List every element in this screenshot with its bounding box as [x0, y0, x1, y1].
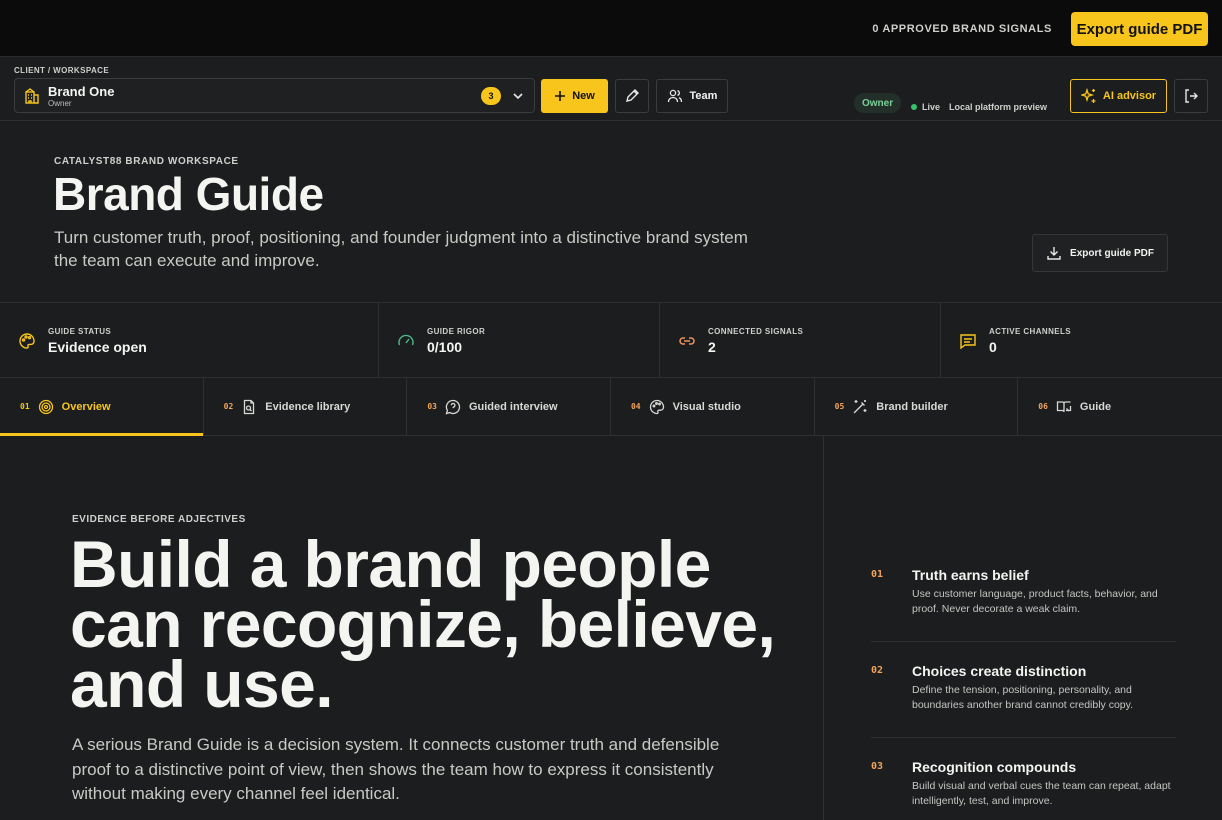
tab-number: 06 — [1038, 402, 1048, 411]
principles-panel: 01 Truth earns belief Use customer langu… — [825, 436, 1222, 820]
tab-label: Evidence library — [265, 400, 351, 413]
workspace-role: Owner — [48, 99, 72, 108]
logout-button[interactable] — [1174, 79, 1208, 113]
top-bar: 0 APPROVED BRAND SIGNALS Export guide PD… — [0, 0, 1222, 57]
page-header: CATALYST88 BRAND WORKSPACE Brand Guide T… — [0, 121, 1222, 303]
target-icon — [38, 399, 54, 415]
section-eyebrow: EVIDENCE BEFORE ADJECTIVES — [72, 514, 246, 525]
stat-value: 0 — [989, 339, 997, 355]
palette-icon — [649, 399, 665, 415]
new-button[interactable]: New — [541, 79, 608, 113]
principle-body: Build visual and verbal cues the team ca… — [912, 780, 1171, 807]
message-icon — [959, 332, 977, 350]
page-eyebrow: CATALYST88 BRAND WORKSPACE — [54, 156, 239, 167]
users-icon — [667, 88, 683, 104]
tab-label: Overview — [61, 400, 111, 413]
tab-evidence-library[interactable]: 02 Evidence library — [204, 378, 408, 435]
principle-body: Use customer language, product facts, be… — [912, 588, 1158, 615]
divider — [871, 641, 1176, 642]
principle-title: Choices create distinction — [912, 663, 1087, 679]
plus-icon — [554, 90, 566, 102]
file-search-icon — [241, 399, 257, 415]
building-icon — [23, 87, 41, 105]
ai-advisor-button[interactable]: AI advisor — [1070, 79, 1167, 113]
stat-value: 2 — [708, 339, 716, 355]
stat-label: GUIDE STATUS — [48, 327, 112, 336]
tab-brand-builder[interactable]: 05 Brand builder — [815, 378, 1019, 435]
live-label: Live — [922, 102, 941, 112]
team-button[interactable]: Team — [656, 79, 728, 113]
principle-title: Recognition compounds — [912, 759, 1077, 775]
workspace-count-badge: 3 — [481, 87, 501, 105]
export-guide-pdf-secondary-button[interactable]: Export guide PDF — [1032, 234, 1168, 272]
workspace-name: Brand One — [48, 84, 115, 99]
magic-wand-icon — [852, 399, 868, 415]
ai-advisor-label: AI advisor — [1102, 90, 1157, 102]
stat-value: Evidence open — [48, 339, 147, 355]
tab-label: Brand builder — [876, 400, 948, 413]
tab-number: 01 — [20, 402, 30, 411]
live-status: Live — [911, 102, 940, 112]
approved-signals-count: 0 APPROVED BRAND SIGNALS — [872, 23, 1052, 35]
question-bubble-icon — [445, 399, 461, 415]
stat-active-channels: ACTIVE CHANNELS 0 — [941, 303, 1222, 378]
tab-guide[interactable]: 06 Guide — [1018, 378, 1222, 435]
overview-main: EVIDENCE BEFORE ADJECTIVES Build a brand… — [0, 436, 824, 820]
tab-number: 03 — [427, 402, 437, 411]
principle-number: 03 — [871, 761, 884, 772]
tab-label: Guide — [1079, 400, 1112, 413]
live-dot-icon — [911, 104, 917, 110]
section-headline: Build a brand people can recognize, beli… — [70, 527, 776, 721]
logout-icon — [1183, 88, 1199, 104]
tab-number: 02 — [223, 402, 234, 411]
stat-guide-status: GUIDE STATUS Evidence open — [0, 303, 379, 378]
tab-guided-interview[interactable]: 03 Guided interview — [407, 378, 611, 435]
workspace-selector[interactable]: Brand One Owner 3 — [14, 78, 535, 113]
export-guide-pdf-button[interactable]: Export guide PDF — [1071, 12, 1208, 46]
owner-badge: Owner — [854, 93, 902, 113]
tab-visual-studio[interactable]: 04 Visual studio — [611, 378, 815, 435]
export-label: Export guide PDF — [1070, 247, 1154, 259]
stat-label: ACTIVE CHANNELS — [989, 327, 1072, 336]
tab-overview[interactable]: 01 Overview — [0, 378, 204, 436]
palette-icon — [18, 332, 36, 350]
gauge-icon — [397, 332, 415, 350]
edit-workspace-button[interactable] — [615, 79, 649, 113]
chevron-down-icon[interactable] — [511, 89, 525, 103]
tab-number: 04 — [630, 402, 641, 411]
stat-connected-signals: CONNECTED SIGNALS 2 — [660, 303, 941, 378]
link-icon — [678, 332, 696, 350]
principle-number: 01 — [871, 569, 884, 580]
section-body: A serious Brand Guide is a decision syst… — [72, 735, 720, 803]
tab-label: Visual studio — [672, 400, 741, 413]
new-button-label: New — [572, 90, 595, 102]
download-icon — [1046, 245, 1062, 261]
preview-label: Local platform preview — [949, 102, 1048, 112]
divider — [871, 737, 1176, 738]
stat-guide-rigor: GUIDE RIGOR 0/100 — [379, 303, 660, 378]
principle-number: 02 — [871, 665, 884, 676]
tab-number: 05 — [834, 402, 845, 411]
section-tabs: 01 Overview 02 Evidence library 03 Guide… — [0, 378, 1222, 436]
tab-label: Guided interview — [468, 400, 558, 413]
sparkles-icon — [1080, 88, 1097, 104]
book-open-icon — [1056, 399, 1072, 415]
workspace-bar: CLIENT / WORKSPACE Brand One Owner 3 New… — [0, 57, 1222, 121]
stat-label: CONNECTED SIGNALS — [708, 327, 804, 336]
stat-value: 0/100 — [427, 339, 463, 355]
stats-row: GUIDE STATUS Evidence open GUIDE RIGOR 0… — [0, 303, 1222, 378]
principle-body: Define the tension, positioning, persona… — [912, 684, 1134, 711]
principle-title: Truth earns belief — [912, 567, 1029, 583]
pencil-icon — [624, 88, 640, 104]
breadcrumb: CLIENT / WORKSPACE — [14, 66, 110, 75]
page-title: Brand Guide — [53, 168, 324, 220]
page-subtitle: Turn customer truth, proof, positioning,… — [54, 228, 748, 270]
stat-label: GUIDE RIGOR — [427, 327, 486, 336]
team-button-label: Team — [689, 90, 718, 102]
